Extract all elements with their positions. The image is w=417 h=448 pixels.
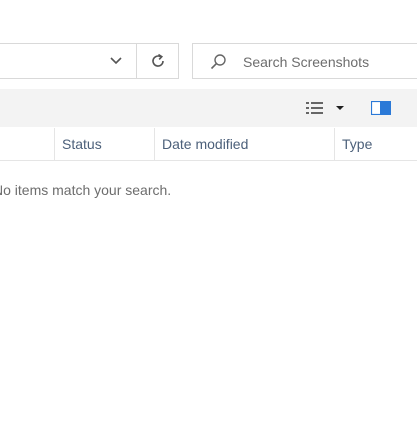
details-pane-icon	[371, 101, 391, 115]
empty-results-message: No items match your search.	[0, 182, 172, 198]
address-bar[interactable]	[0, 43, 179, 79]
address-row: Search Screenshots	[0, 43, 417, 81]
column-header-date-modified[interactable]: Date modified	[162, 136, 248, 152]
search-input[interactable]: Search Screenshots	[192, 43, 417, 79]
column-divider[interactable]	[334, 128, 335, 160]
column-divider[interactable]	[154, 128, 155, 160]
search-icon	[210, 54, 226, 70]
column-header-type[interactable]: Type	[342, 136, 372, 152]
address-history-button[interactable]	[97, 44, 135, 78]
search-placeholder: Search Screenshots	[243, 54, 370, 70]
column-divider[interactable]	[54, 128, 55, 160]
refresh-button[interactable]	[137, 44, 178, 78]
column-header-status[interactable]: Status	[62, 136, 102, 152]
chevron-down-icon	[110, 57, 122, 65]
view-options-button[interactable]	[300, 97, 350, 119]
details-pane-button[interactable]	[366, 97, 396, 119]
view-toolbar	[0, 89, 417, 127]
column-headers: Status Date modified Type	[0, 128, 417, 161]
details-view-icon	[306, 102, 344, 114]
refresh-icon	[151, 53, 164, 67]
